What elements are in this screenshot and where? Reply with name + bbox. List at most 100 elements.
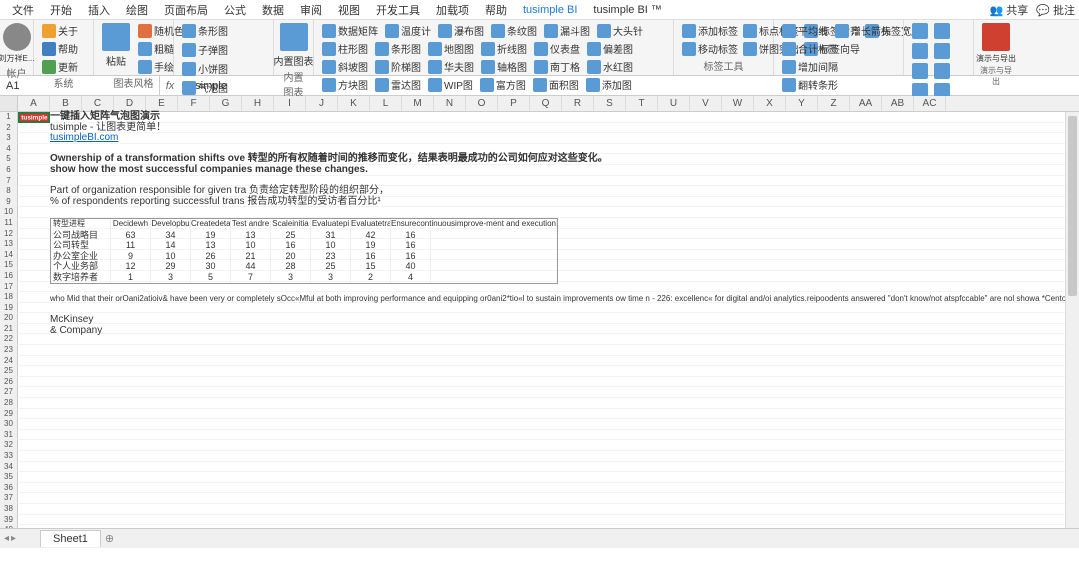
selected-cell-a1[interactable]: tusimple bbox=[18, 112, 50, 123]
enhance-4[interactable]: 翻转条形 bbox=[780, 76, 840, 93]
row-header-16[interactable]: 16 bbox=[0, 271, 18, 282]
col-header-O[interactable]: O bbox=[466, 96, 498, 111]
paste-style-button[interactable]: 粘贴 bbox=[100, 22, 132, 75]
aux-2[interactable] bbox=[910, 42, 930, 60]
enhance-1[interactable]: 增长箭头 bbox=[833, 22, 893, 39]
row-header-6[interactable]: 6 bbox=[0, 165, 18, 176]
col-header-K[interactable]: K bbox=[338, 96, 370, 111]
col-header-R[interactable]: R bbox=[562, 96, 594, 111]
row-header-38[interactable]: 38 bbox=[0, 504, 18, 515]
col-header-U[interactable]: U bbox=[658, 96, 690, 111]
adv-chart-4[interactable]: 漏斗图 bbox=[542, 22, 592, 39]
account-button[interactable]: 刘万祥E... bbox=[6, 22, 27, 65]
row-header-29[interactable]: 29 bbox=[0, 409, 18, 420]
spreadsheet-grid[interactable]: ABCDEFGHIJKLMNOPQRSTUVWXYZAAABAC 1234567… bbox=[0, 96, 1079, 548]
row-header-17[interactable]: 17 bbox=[0, 282, 18, 293]
col-header-I[interactable]: I bbox=[274, 96, 306, 111]
col-header-D[interactable]: D bbox=[114, 96, 146, 111]
row-header-31[interactable]: 31 bbox=[0, 430, 18, 441]
row-header-20[interactable]: 20 bbox=[0, 313, 18, 324]
adv-chart-6[interactable]: 柱形图 bbox=[320, 40, 370, 57]
adv-chart-3[interactable]: 条纹图 bbox=[489, 22, 539, 39]
row-header-30[interactable]: 30 bbox=[0, 419, 18, 430]
link-tusimple[interactable]: tusimpleBI.com bbox=[50, 132, 118, 143]
row-header-4[interactable]: 4 bbox=[0, 144, 18, 155]
adv-chart-14[interactable]: 华夫图 bbox=[426, 58, 476, 75]
enhance-0[interactable]: 平均线 bbox=[780, 22, 830, 39]
col-header-L[interactable]: L bbox=[370, 96, 402, 111]
insert-chart-button[interactable]: 内置图表 bbox=[280, 22, 307, 69]
comments-button[interactable]: 💬 批注 bbox=[1036, 2, 1075, 18]
row-header-11[interactable]: 11 bbox=[0, 218, 18, 229]
menu-dev[interactable]: 开发工具 bbox=[368, 0, 428, 20]
label-tool-1[interactable]: 移动标签 bbox=[680, 40, 740, 57]
row-header-34[interactable]: 34 bbox=[0, 462, 18, 473]
update-button[interactable]: 更新 bbox=[40, 58, 87, 75]
adv-chart-16[interactable]: 南丁格 bbox=[532, 58, 582, 75]
row-header-32[interactable]: 32 bbox=[0, 440, 18, 451]
row-header-24[interactable]: 24 bbox=[0, 356, 18, 367]
menu-layout[interactable]: 页面布局 bbox=[156, 0, 216, 20]
col-header-G[interactable]: G bbox=[210, 96, 242, 111]
select-all-corner[interactable] bbox=[0, 96, 18, 111]
about-button[interactable]: 关于 bbox=[40, 22, 87, 39]
adv-chart-13[interactable]: 阶梯图 bbox=[373, 58, 423, 75]
row-header-19[interactable]: 19 bbox=[0, 303, 18, 314]
sheet-nav-first[interactable]: ◂ bbox=[4, 533, 9, 544]
adv-chart-12[interactable]: 斜坡图 bbox=[320, 58, 370, 75]
col-header-AC[interactable]: AC bbox=[914, 96, 946, 111]
row-header-7[interactable]: 7 bbox=[0, 176, 18, 187]
col-header-W[interactable]: W bbox=[722, 96, 754, 111]
adv-chart-1[interactable]: 温度计 bbox=[383, 22, 433, 39]
row-header-22[interactable]: 22 bbox=[0, 334, 18, 345]
col-header-H[interactable]: H bbox=[242, 96, 274, 111]
menu-home[interactable]: 开始 bbox=[42, 0, 80, 20]
col-header-P[interactable]: P bbox=[498, 96, 530, 111]
col-header-N[interactable]: N bbox=[434, 96, 466, 111]
col-header-J[interactable]: J bbox=[306, 96, 338, 111]
col-header-A[interactable]: A bbox=[18, 96, 50, 111]
vertical-scrollbar[interactable] bbox=[1065, 112, 1079, 528]
enhance-2[interactable]: 合计标签 bbox=[780, 40, 840, 57]
col-header-Q[interactable]: Q bbox=[530, 96, 562, 111]
row-header-10[interactable]: 10 bbox=[0, 207, 18, 218]
cell-bullet-button[interactable]: 子弹图 bbox=[180, 41, 230, 58]
col-header-AB[interactable]: AB bbox=[882, 96, 914, 111]
aux-5[interactable] bbox=[932, 62, 952, 80]
col-header-X[interactable]: X bbox=[754, 96, 786, 111]
row-header-1[interactable]: 1 bbox=[0, 112, 18, 123]
menu-data[interactable]: 数据 bbox=[254, 0, 292, 20]
row-header-14[interactable]: 14 bbox=[0, 250, 18, 261]
sheet-tab-1[interactable]: Sheet1 bbox=[40, 530, 101, 547]
adv-chart-23[interactable]: 添加图 bbox=[584, 76, 634, 93]
row-header-28[interactable]: 28 bbox=[0, 398, 18, 409]
row-header-9[interactable]: 9 bbox=[0, 197, 18, 208]
adv-chart-8[interactable]: 地图图 bbox=[426, 40, 476, 57]
row-header-3[interactable]: 3 bbox=[0, 133, 18, 144]
share-button[interactable]: 👥 共享 bbox=[989, 2, 1028, 18]
col-header-E[interactable]: E bbox=[146, 96, 178, 111]
help-button[interactable]: 帮助 bbox=[40, 40, 87, 57]
col-header-C[interactable]: C bbox=[82, 96, 114, 111]
menu-tusimple2[interactable]: tusimple BI ™ bbox=[585, 2, 669, 18]
row-header-21[interactable]: 21 bbox=[0, 324, 18, 335]
col-header-AA[interactable]: AA bbox=[850, 96, 882, 111]
cell-pie-button[interactable]: 小饼图 bbox=[180, 60, 230, 77]
aux-1[interactable] bbox=[932, 22, 952, 40]
menu-insert[interactable]: 插入 bbox=[80, 0, 118, 20]
adv-chart-22[interactable]: 面积图 bbox=[531, 76, 581, 93]
sheet-nav-prev[interactable]: ▸ bbox=[11, 533, 16, 544]
adv-chart-19[interactable]: 雷达图 bbox=[373, 76, 423, 93]
menu-review[interactable]: 审阅 bbox=[292, 0, 330, 20]
row-header-2[interactable]: 2 bbox=[0, 123, 18, 134]
row-header-5[interactable]: 5 bbox=[0, 154, 18, 165]
enhance-3[interactable]: 增加间隔 bbox=[780, 58, 840, 75]
adv-chart-15[interactable]: 轴格图 bbox=[479, 58, 529, 75]
menu-draw[interactable]: 绘图 bbox=[118, 0, 156, 20]
row-header-8[interactable]: 8 bbox=[0, 186, 18, 197]
label-tool-0[interactable]: 添加标签 bbox=[680, 22, 740, 39]
row-header-12[interactable]: 12 bbox=[0, 229, 18, 240]
menu-view[interactable]: 视图 bbox=[330, 0, 368, 20]
row-header-35[interactable]: 35 bbox=[0, 472, 18, 483]
cell-bubble-button[interactable]: 气泡图 bbox=[180, 79, 230, 96]
